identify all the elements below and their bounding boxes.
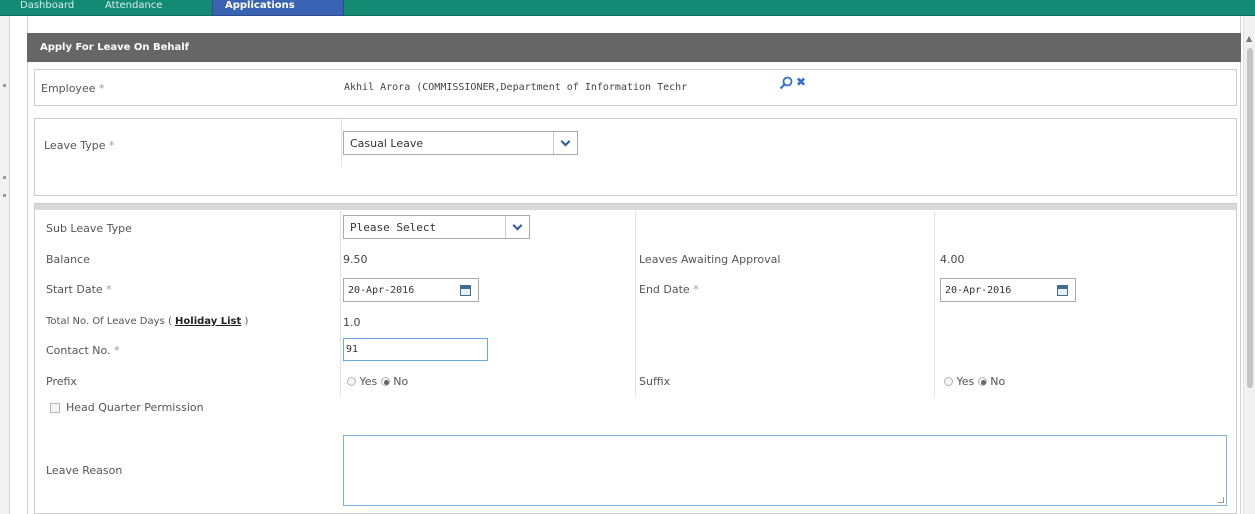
leave-type-label: Leave Type — [44, 139, 106, 152]
end-date-input[interactable]: 20-Apr-2016 — [940, 278, 1076, 302]
start-date-value: 20-Apr-2016 — [348, 285, 415, 296]
suffix-no-label: No — [990, 375, 1006, 388]
calendar-icon[interactable] — [1057, 285, 1068, 296]
employee-label: Employee — [41, 82, 96, 95]
top-nav-bar: Dashboard Attendance Applications — [0, 0, 1255, 16]
employee-label-wrap: Employee * — [41, 82, 104, 95]
awaiting-approval-label: Leaves Awaiting Approval — [639, 253, 781, 266]
clear-icon[interactable]: ✖ — [796, 75, 806, 89]
search-icon[interactable] — [779, 76, 793, 90]
required-mark: * — [108, 139, 115, 152]
suffix-yes-radio[interactable] — [944, 377, 953, 386]
tab-applications[interactable]: Applications — [212, 0, 344, 16]
tab-dashboard[interactable]: Dashboard — [20, 0, 80, 16]
end-date-label-wrap: End Date * — [639, 283, 699, 296]
balance-label: Balance — [46, 253, 90, 266]
awaiting-approval-value: 4.00 — [940, 253, 965, 266]
prefix-label: Prefix — [46, 375, 77, 388]
leave-type-select[interactable]: Casual Leave — [343, 131, 578, 155]
required-mark: * — [98, 82, 105, 95]
column-divider — [340, 211, 341, 396]
tab-attendance[interactable]: Attendance — [105, 0, 200, 16]
total-days-value: 1.0 — [343, 316, 361, 329]
contact-label: Contact No. — [46, 344, 111, 357]
gutter-marker — [3, 84, 6, 87]
head-quarter-permission-checkbox[interactable] — [50, 403, 60, 413]
leave-reason-textarea[interactable] — [343, 435, 1227, 506]
prefix-radio-group: Yes No — [347, 375, 408, 388]
total-days-label-suffix: ) — [244, 316, 249, 327]
column-divider — [934, 211, 935, 396]
leave-type-row: Leave Type * — [34, 118, 1237, 196]
start-date-input[interactable]: 20-Apr-2016 — [343, 278, 479, 302]
suffix-no-radio[interactable] — [977, 377, 987, 386]
gutter-marker — [3, 176, 6, 179]
calendar-icon[interactable] — [460, 285, 471, 296]
contact-number-input[interactable]: 91 — [343, 338, 488, 361]
page-scrollbar[interactable]: ▲ — [1243, 16, 1255, 514]
suffix-radio-group: Yes No — [944, 375, 1005, 388]
left-sidebar-edge — [0, 16, 10, 514]
start-date-label-wrap: Start Date * — [46, 283, 112, 296]
resize-grip-icon[interactable] — [1218, 497, 1224, 503]
chevron-down-icon — [553, 132, 577, 154]
required-mark: * — [106, 283, 112, 296]
sub-leave-type-selected: Please Select — [350, 221, 437, 234]
end-date-label: End Date — [639, 283, 690, 296]
column-divider — [341, 119, 342, 167]
total-days-label: Total No. Of Leave Days ( Holiday List ) — [46, 316, 248, 327]
prefix-no-radio[interactable] — [380, 377, 390, 386]
leave-type-label-wrap: Leave Type * — [44, 139, 114, 152]
scrollbar-thumb[interactable] — [1247, 48, 1253, 388]
chevron-down-icon — [505, 216, 529, 238]
end-date-value: 20-Apr-2016 — [945, 285, 1012, 296]
prefix-no-label: No — [393, 375, 409, 388]
holiday-list-link[interactable]: Holiday List — [175, 316, 241, 327]
sub-leave-type-label: Sub Leave Type — [46, 222, 132, 235]
leave-type-selected: Casual Leave — [350, 137, 424, 150]
required-mark: * — [114, 344, 120, 357]
suffix-label: Suffix — [639, 375, 671, 388]
employee-row: Employee * Akhil Arora (COMMISSIONER,Dep… — [34, 69, 1237, 106]
contact-label-wrap: Contact No. * — [46, 344, 120, 357]
prefix-yes-radio[interactable] — [347, 377, 356, 386]
total-days-label-prefix: Total No. Of Leave Days ( — [46, 316, 172, 327]
leave-reason-label: Leave Reason — [46, 464, 123, 477]
panel-title: Apply For Leave On Behalf — [27, 33, 1241, 62]
gutter-marker — [3, 194, 6, 197]
required-mark: * — [693, 283, 699, 296]
employee-value: Akhil Arora (COMMISSIONER,Department of … — [344, 82, 688, 93]
prefix-yes-label: Yes — [359, 375, 378, 388]
suffix-yes-label: Yes — [956, 375, 975, 388]
sub-leave-type-select[interactable]: Please Select — [343, 215, 530, 239]
start-date-label: Start Date — [46, 283, 103, 296]
scroll-up-icon[interactable]: ▲ — [1246, 34, 1252, 43]
column-divider — [635, 211, 636, 396]
balance-value: 9.50 — [343, 253, 368, 266]
head-quarter-permission-label: Head Quarter Permission — [66, 401, 204, 414]
